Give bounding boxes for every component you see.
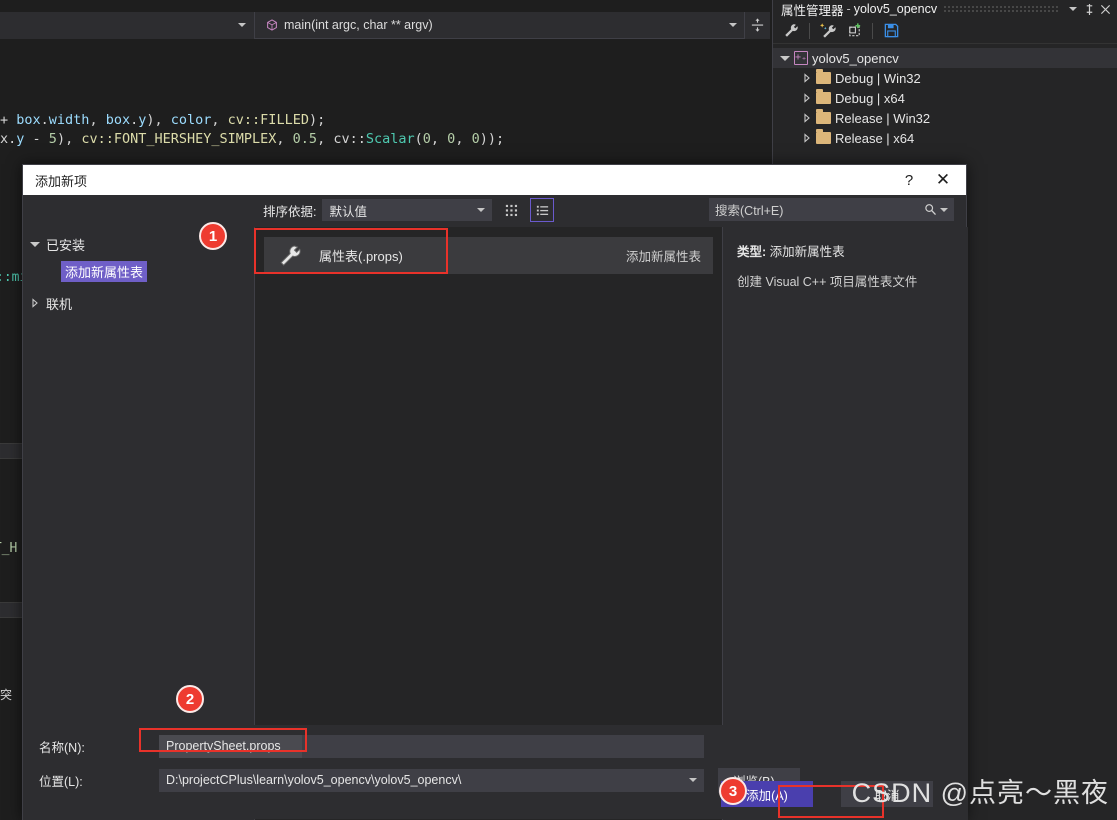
properties-wrench-icon[interactable] — [779, 20, 803, 42]
toolbar-separator — [872, 22, 873, 39]
code-fragment-2: NT_H — [0, 541, 18, 556]
code-fragment-3: 冲突 — [0, 688, 13, 702]
folder-icon — [816, 109, 831, 124]
save-icon[interactable] — [879, 20, 903, 42]
category-online[interactable]: 联机 — [29, 292, 254, 314]
tree-item-debug-win32[interactable]: Debug | Win32 — [773, 68, 1117, 88]
details-type-value: 添加新属性表 — [769, 245, 845, 259]
split-view-icon — [751, 18, 764, 32]
folder-icon — [816, 129, 831, 144]
template-item-category: 添加新属性表 — [625, 250, 701, 264]
annotation-step-2: 2 — [176, 685, 204, 713]
chevron-down-icon — [477, 208, 486, 212]
editor-band — [0, 444, 22, 458]
tree-root-yolov5-opencv[interactable]: +₊ yolov5_opencv — [773, 48, 1117, 68]
property-manager-titlebar: 属性管理器 - yolov5_opencv — [773, 0, 1117, 18]
help-button[interactable]: ? — [892, 166, 926, 194]
search-placeholder: 搜索(Ctrl+E) — [715, 204, 784, 218]
template-item-label: 属性表(.props) — [319, 249, 403, 264]
details-type-row: 类型: 添加新属性表 — [737, 241, 956, 260]
location-row: 位置(L): D:\projectCPlus\learn\yolov5_open… — [23, 767, 968, 793]
wrench-icon — [280, 245, 301, 266]
dialog-close-button[interactable]: ✕ — [926, 166, 960, 194]
chevron-down-icon[interactable] — [940, 207, 948, 212]
location-input[interactable]: D:\projectCPlus\learn\yolov5_opencv\yolo… — [159, 768, 704, 792]
add-new-sheet-icon[interactable] — [842, 20, 866, 42]
tree-item-release-win32[interactable]: Release | Win32 — [773, 108, 1117, 128]
name-value: PropertySheet.props — [159, 734, 302, 758]
tree-item-debug-x64[interactable]: Debug | x64 — [773, 88, 1117, 108]
panel-pin-button[interactable] — [1081, 1, 1097, 17]
method-cube-icon — [265, 18, 279, 32]
property-manager-toolbar — [773, 18, 1117, 44]
folder-icon — [816, 69, 831, 84]
expand-icon[interactable] — [29, 298, 40, 309]
function-combo-label: main(int argc, char ** argv) — [284, 18, 433, 32]
add-new-item-dialog: 添加新项 ? ✕ 排序依据: 默认值 搜索(Ctrl+E) 已安装 添加新属性表… — [22, 164, 968, 820]
category-online-label: 联机 — [46, 296, 73, 312]
csdn-watermark: CSDN @点亮～黑夜 — [851, 778, 1109, 808]
panel-title-separator: - — [846, 2, 851, 16]
divider — [0, 458, 22, 459]
app-root: main(int argc, char ** argv) + box.width… — [0, 0, 1117, 820]
function-combo-chevron[interactable] — [722, 23, 744, 27]
chevron-down-icon — [1069, 7, 1077, 11]
tree-item-label: Release | Win32 — [835, 110, 931, 126]
tree-item-label: Release | x64 — [835, 130, 915, 146]
close-icon — [1100, 4, 1110, 14]
split-view-button[interactable] — [744, 11, 770, 39]
expand-icon[interactable] — [801, 73, 812, 84]
project-icon: +₊ — [794, 51, 808, 65]
location-label: 位置(L): — [39, 774, 83, 789]
panel-title: 属性管理器 — [781, 3, 844, 18]
search-icon — [925, 204, 936, 215]
panel-dropdown-button[interactable] — [1065, 1, 1081, 17]
chevron-down-icon — [729, 23, 737, 27]
location-value: D:\projectCPlus\learn\yolov5_opencv\yolo… — [166, 773, 462, 787]
tree-item-release-x64[interactable]: Release | x64 — [773, 128, 1117, 148]
divider — [0, 617, 22, 618]
pin-icon — [1086, 3, 1092, 15]
scope-combo[interactable] — [0, 11, 255, 39]
search-input[interactable]: 搜索(Ctrl+E) — [709, 198, 954, 221]
property-manager-tree: +₊ yolov5_opencv Debug | Win32 Debug | x… — [773, 44, 1117, 148]
name-input[interactable]: PropertySheet.props — [159, 734, 704, 758]
panel-title-project: yolov5_opencv — [853, 2, 938, 16]
expand-collapse-icon[interactable] — [779, 53, 790, 64]
dialog-title: 添加新项 — [35, 173, 88, 189]
toolbar-separator — [809, 22, 810, 39]
expand-icon[interactable] — [801, 93, 812, 104]
name-label: 名称(N): — [39, 740, 85, 755]
template-item-property-sheet[interactable]: 属性表(.props) 添加新属性表 — [264, 237, 713, 274]
annotation-step-3: 3 — [719, 777, 747, 805]
chevron-down-icon[interactable] — [689, 778, 697, 782]
list-view-icon[interactable] — [530, 198, 555, 222]
category-add-new-property-sheet[interactable]: 添加新属性表 — [61, 261, 148, 282]
sort-by-value: 默认值 — [329, 204, 367, 219]
editor-band — [0, 603, 22, 617]
expand-icon[interactable] — [801, 133, 812, 144]
expand-collapse-icon[interactable] — [29, 239, 40, 250]
category-installed-label: 已安装 — [46, 237, 86, 253]
details-type-label: 类型: — [737, 245, 767, 259]
panel-drag-grip[interactable] — [943, 4, 1059, 14]
panel-close-button[interactable] — [1097, 1, 1113, 17]
add-existing-sheet-icon[interactable] — [816, 20, 840, 42]
function-combo[interactable]: main(int argc, char ** argv) — [255, 12, 494, 39]
sort-by-select[interactable]: 默认值 — [322, 199, 493, 221]
folder-icon — [816, 89, 831, 104]
details-description: 创建 Visual C++ 项目属性表文件 — [737, 275, 918, 289]
tree-item-label: Debug | Win32 — [835, 70, 921, 86]
dialog-footer: 名称(N): PropertySheet.props 位置(L): D:\pro… — [23, 725, 968, 819]
editor-navigation-bar: main(int argc, char ** argv) — [0, 11, 770, 39]
annotation-step-1: 1 — [199, 222, 227, 250]
sort-by-label: 排序依据: — [263, 204, 317, 219]
tree-item-label: Debug | x64 — [835, 90, 905, 106]
tree-root-label: yolov5_opencv — [812, 50, 899, 66]
dialog-titlebar: 添加新项 ? ✕ — [23, 165, 966, 195]
name-row: 名称(N): PropertySheet.props — [23, 733, 968, 759]
grid-view-icon[interactable] — [499, 198, 523, 222]
expand-icon[interactable] — [801, 113, 812, 124]
chevron-down-icon — [238, 23, 246, 27]
